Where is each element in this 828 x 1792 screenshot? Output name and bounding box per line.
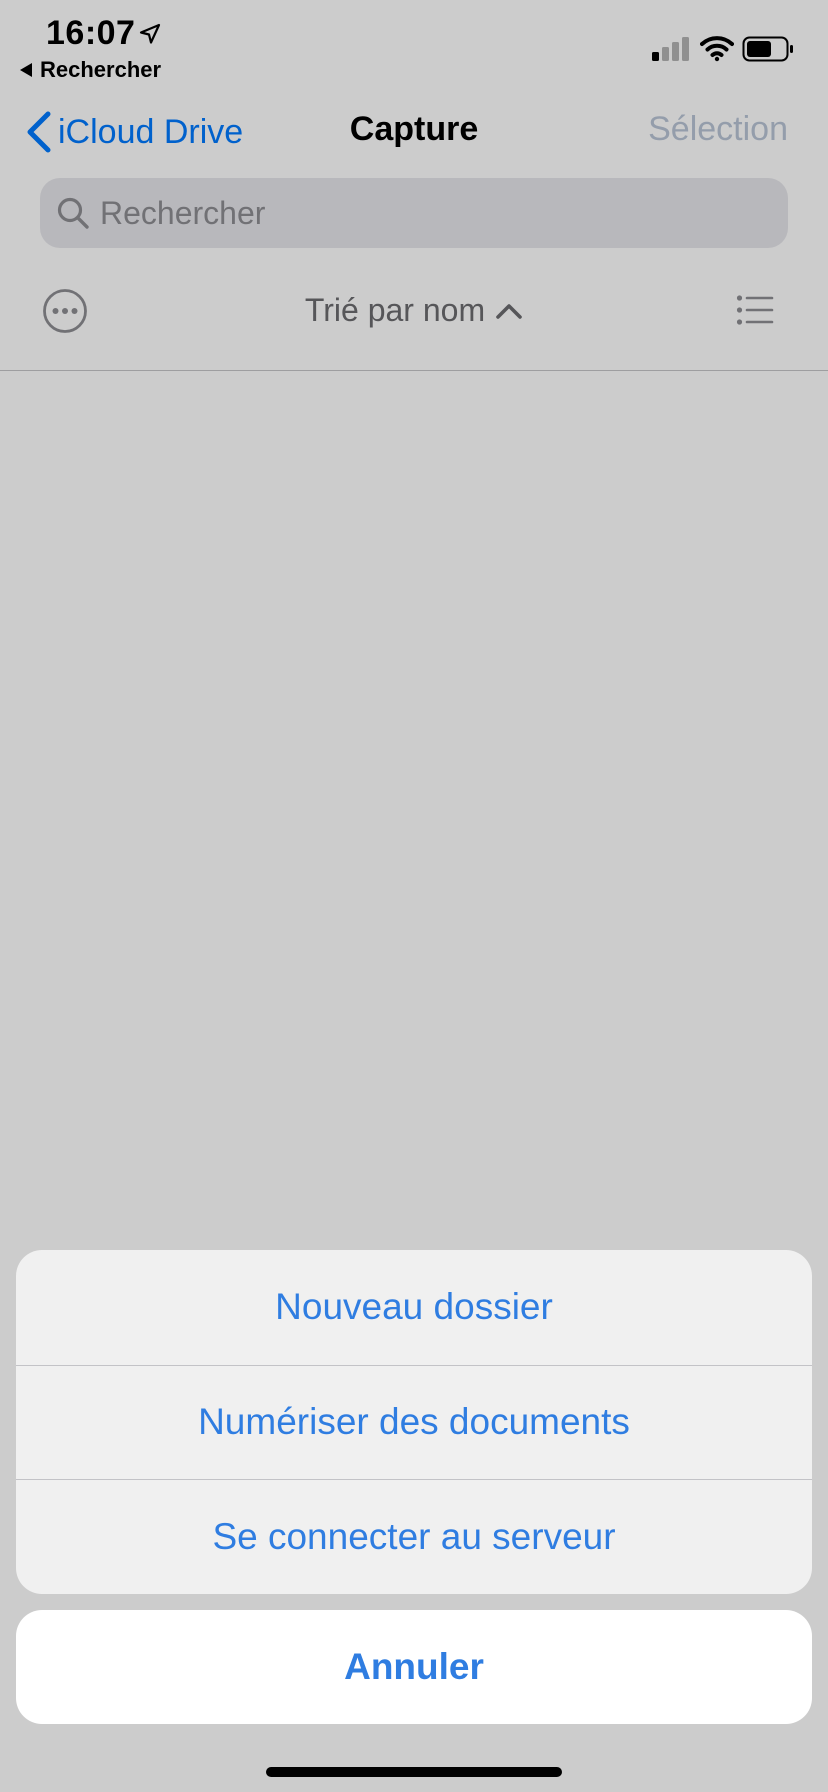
new-folder-button[interactable]: Nouveau dossier <box>16 1250 812 1365</box>
connect-to-server-button[interactable]: Se connecter au serveur <box>16 1479 812 1594</box>
home-indicator[interactable] <box>266 1767 562 1777</box>
scan-documents-button[interactable]: Numériser des documents <box>16 1364 812 1480</box>
action-sheet: Nouveau dossier Numériser des documents … <box>16 1250 812 1594</box>
cancel-button[interactable]: Annuler <box>16 1610 812 1724</box>
